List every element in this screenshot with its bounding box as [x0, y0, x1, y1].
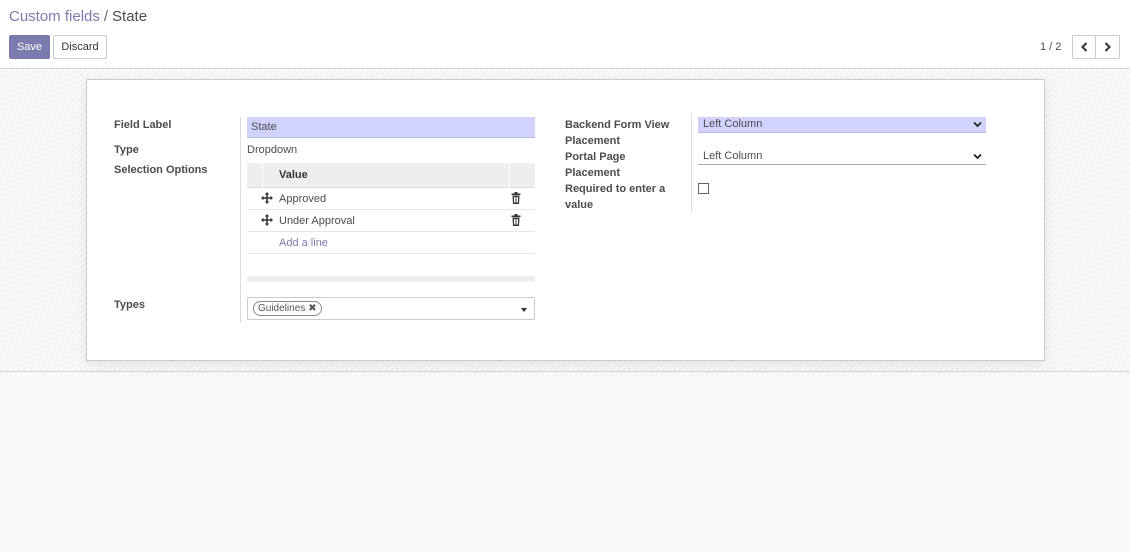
label-line: Placement [565, 167, 621, 179]
add-line-row: Add a line [247, 232, 535, 254]
pager-previous-button[interactable] [1072, 35, 1096, 59]
option-value[interactable]: Under Approval [279, 215, 355, 227]
tag-label: Guidelines [258, 303, 306, 314]
type-label: Type [114, 144, 139, 156]
breadcrumb-separator: / [103, 8, 109, 25]
types-tags-input[interactable]: Guidelines ✖ [247, 297, 535, 320]
left-group-divider [240, 117, 241, 323]
tag-badge: Guidelines ✖ [253, 301, 322, 316]
control-panel: Custom fields / State Save Discard 1 / 2 [0, 0, 1130, 69]
trash-icon[interactable] [511, 192, 521, 204]
value-column-header[interactable]: Value [279, 169, 308, 181]
selection-options-table: Value Approved Under Approval Add a line [247, 163, 535, 282]
right-group-divider [691, 113, 692, 212]
portal-placement-label: Portal Page Placement [565, 149, 626, 181]
discard-button[interactable]: Discard [53, 35, 107, 59]
field-label-label: Field Label [114, 119, 172, 131]
option-value[interactable]: Approved [279, 193, 326, 205]
chevron-right-icon [1104, 42, 1111, 52]
type-value: Dropdown [247, 144, 298, 156]
label-line: value [565, 199, 594, 211]
pager-value[interactable]: 1 / 2 [1040, 41, 1061, 53]
selection-options-label: Selection Options [114, 164, 208, 176]
chevron-left-icon [1080, 42, 1087, 52]
select-value: Left Column [703, 118, 763, 130]
chevron-down-icon [973, 121, 982, 128]
chevron-down-icon [973, 153, 982, 160]
label-line: Placement [565, 135, 621, 147]
breadcrumb: Custom fields / State [9, 8, 147, 25]
trash-icon[interactable] [511, 214, 521, 226]
types-label: Types [114, 299, 145, 311]
table-row[interactable]: Approved [247, 188, 535, 210]
portal-placement-select[interactable]: Left Column [698, 149, 986, 165]
label-line: Backend Form View [565, 119, 670, 131]
dropdown-caret-icon[interactable] [521, 308, 527, 312]
field-label-input[interactable]: State [247, 117, 535, 138]
remove-tag-icon[interactable]: ✖ [308, 302, 316, 315]
pager-next-button[interactable] [1096, 35, 1120, 59]
label-line: Required to enter a [565, 183, 666, 195]
drag-handle-icon[interactable] [261, 192, 273, 204]
backend-placement-select[interactable]: Left Column [698, 117, 986, 133]
breadcrumb-parent-link[interactable]: Custom fields [9, 8, 100, 25]
label-line: Portal Page [565, 151, 626, 163]
add-line-link[interactable]: Add a line [279, 237, 328, 249]
required-checkbox[interactable] [698, 183, 709, 194]
table-header: Value [247, 163, 535, 188]
save-button[interactable]: Save [9, 35, 50, 59]
breadcrumb-current: State [112, 8, 148, 25]
header-divider [262, 163, 263, 188]
header-divider [509, 163, 510, 188]
table-footer [247, 276, 535, 282]
form-sheet: Field Label Type Selection Options Types… [86, 79, 1045, 361]
form-view: Field Label Type Selection Options Types… [0, 70, 1130, 372]
required-label: Required to enter a value [565, 181, 665, 213]
backend-placement-label: Backend Form View Placement [565, 117, 669, 149]
table-row[interactable]: Under Approval [247, 210, 535, 232]
drag-handle-icon[interactable] [261, 214, 273, 226]
select-value: Left Column [703, 150, 763, 162]
